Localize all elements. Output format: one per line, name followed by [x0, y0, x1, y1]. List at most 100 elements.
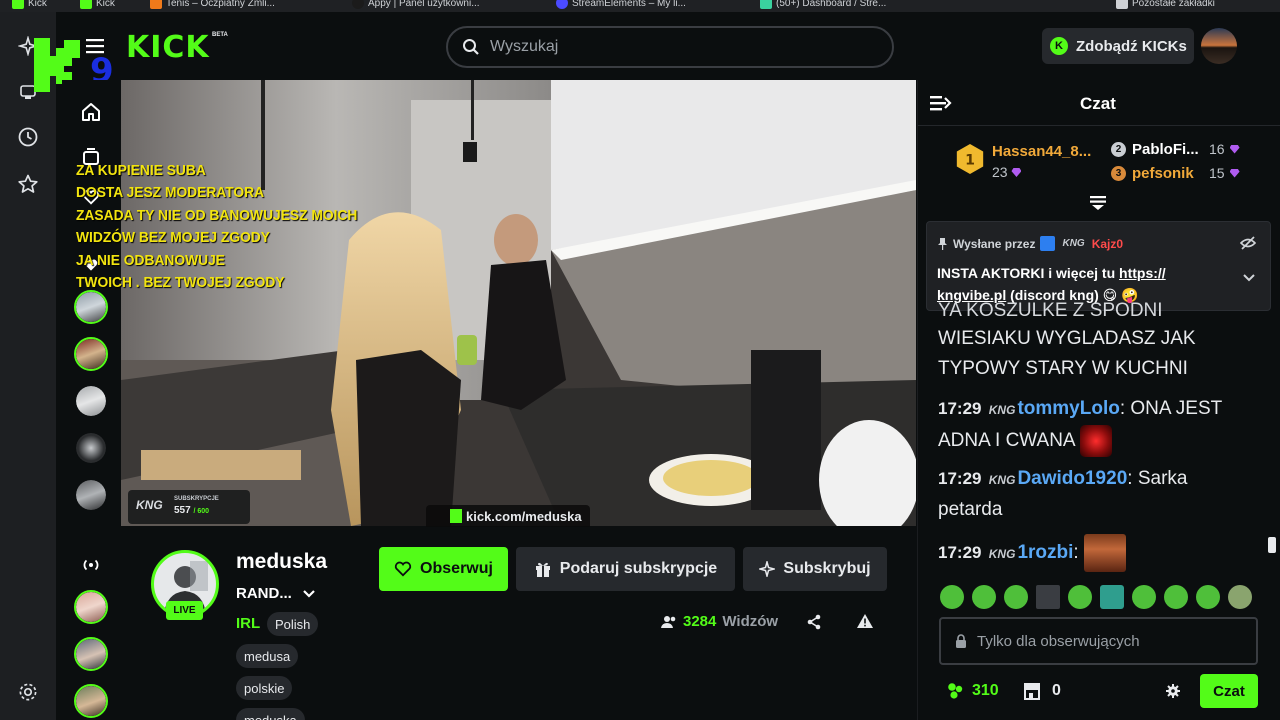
- tag-medusa[interactable]: medusa: [236, 644, 299, 668]
- send-chat-button[interactable]: Czat: [1200, 674, 1258, 708]
- emote-button[interactable]: [1132, 585, 1156, 609]
- emote-button[interactable]: [1228, 585, 1252, 609]
- bookmark-kick-2[interactable]: Kick: [80, 0, 115, 9]
- tag-polskie[interactable]: polskie: [236, 676, 293, 700]
- channel-name[interactable]: meduska: [236, 550, 327, 574]
- subscribe-button[interactable]: Subskrybuj: [743, 547, 887, 591]
- leaderboard-toggle-icon[interactable]: [1089, 195, 1107, 216]
- expand-pinned-icon[interactable]: [1242, 270, 1256, 288]
- leader-2-count: 16: [1209, 141, 1240, 157]
- leader-3-row[interactable]: 3 pefsonik: [1111, 165, 1194, 182]
- gift-gem-icon: [1229, 144, 1240, 154]
- chat-input-box[interactable]: [939, 617, 1258, 665]
- emote-button[interactable]: [972, 585, 996, 609]
- sub-goal-widget: KNG SUBSKRYPCJE 557 / 600: [128, 490, 250, 524]
- emote-button[interactable]: [940, 585, 964, 609]
- kick-logo[interactable]: KICK: [126, 30, 210, 65]
- pinned-sent-by: Wysłane przez: [953, 236, 1036, 251]
- video-player[interactable]: [121, 80, 916, 526]
- leader-3-gifts: 15: [1209, 165, 1225, 181]
- gift-subs-button[interactable]: Podaruj subskrypcje: [516, 547, 735, 591]
- kng-logo: KNG: [136, 498, 163, 512]
- tag-polish[interactable]: Polish: [267, 612, 319, 636]
- chat-settings-icon[interactable]: [1166, 684, 1180, 703]
- category-link[interactable]: IRL: [236, 615, 260, 632]
- stream-url-text: kick.com/meduska: [466, 508, 582, 524]
- emote-button[interactable]: [1068, 585, 1092, 609]
- pinned-author[interactable]: Kajz0: [1092, 237, 1123, 251]
- emote-button[interactable]: [1100, 585, 1124, 609]
- recommended-channel-avatar[interactable]: [74, 684, 108, 718]
- sub-goal-count: 557: [174, 505, 191, 516]
- chevron-down-icon[interactable]: [302, 589, 316, 599]
- message-time: 17:29: [938, 469, 982, 488]
- heart-icon: [394, 561, 412, 577]
- emote-button[interactable]: [1164, 585, 1188, 609]
- kng-badge: KNG: [1062, 238, 1085, 249]
- gift-gem-icon: [1229, 168, 1240, 178]
- star-icon[interactable]: [16, 172, 40, 196]
- sub-goal-label: SUBSKRYPCJE: [174, 496, 219, 502]
- home-icon[interactable]: [80, 101, 102, 123]
- emote-button[interactable]: [1004, 585, 1028, 609]
- rank-1-badge: 1: [956, 143, 984, 175]
- followed-channel-avatar[interactable]: [74, 478, 108, 512]
- store-count: 0: [1052, 682, 1061, 699]
- emote-button[interactable]: [1196, 585, 1220, 609]
- follow-button[interactable]: Obserwuj: [379, 547, 508, 591]
- stream-title-text: RAND...: [236, 585, 292, 602]
- beta-label: BETA: [212, 32, 228, 38]
- points-icon: [948, 683, 963, 699]
- bookmark-streamelements[interactable]: StreamElements – My li...: [556, 0, 686, 9]
- user-avatar[interactable]: [1201, 28, 1237, 64]
- chat-header: Czat: [918, 80, 1280, 126]
- leader-2-gifts: 16: [1209, 141, 1225, 157]
- report-warning-icon[interactable]: [856, 613, 874, 634]
- message-text: WIESIAKU WYGLADASZ JAK TYPOWY STARY W KU…: [938, 328, 1196, 379]
- bookmark-tenis[interactable]: Tenis – Oczpiatny Zmli...: [150, 0, 275, 9]
- bookmark-other[interactable]: Pozostałe zakładki: [1116, 0, 1215, 9]
- overlay-line: WIDZÓW BEZ MOJEJ ZGODY: [76, 229, 270, 247]
- leader-2-name: PabloFi...: [1132, 141, 1199, 158]
- leader-2-row[interactable]: 2 PabloFi...: [1111, 141, 1199, 158]
- bookmark-kick-1[interactable]: Kick: [12, 0, 47, 9]
- leader-1-name[interactable]: Hassan44_8...: [992, 143, 1091, 160]
- share-icon[interactable]: [806, 614, 822, 635]
- overlay-line: ZASADA TY NIE OD BANOWUJESZ MOICH: [76, 206, 358, 224]
- followed-channel-avatar[interactable]: [74, 337, 108, 371]
- recommended-channel-avatar[interactable]: [74, 637, 108, 671]
- followed-channel-avatar[interactable]: [74, 431, 108, 465]
- rank-3-badge: 3: [1111, 166, 1126, 181]
- channel-points[interactable]: 310: [946, 682, 999, 700]
- stream-title[interactable]: RAND...: [236, 585, 316, 602]
- history-icon[interactable]: [16, 125, 40, 149]
- sparkle-icon: [759, 561, 776, 577]
- search-bar[interactable]: [446, 26, 894, 68]
- search-input[interactable]: [490, 38, 870, 56]
- kng-badge: KNG: [988, 473, 1016, 487]
- chat-scrollbar[interactable]: [1268, 537, 1276, 553]
- bookmark-appy[interactable]: Appy | Panel użytkowni...: [352, 0, 480, 9]
- emote-image[interactable]: [1083, 534, 1126, 572]
- tag-meduska[interactable]: meduska: [236, 708, 305, 720]
- emote-image[interactable]: [1079, 425, 1112, 457]
- chat-message-input[interactable]: [977, 632, 1237, 650]
- settings-icon[interactable]: [16, 680, 40, 704]
- store-button[interactable]: 0: [1022, 682, 1061, 700]
- message-username[interactable]: 1rozbi: [1017, 542, 1073, 563]
- pinned-text-prefix: INSTA AKTORKI i więcej tu: [937, 265, 1120, 281]
- message-username[interactable]: Dawido1920: [1017, 468, 1127, 489]
- message-username[interactable]: tommyLolo: [1017, 398, 1119, 419]
- bookmark-dashboard[interactable]: (50+) Dashboard / Stre...: [760, 0, 886, 9]
- followed-channel-avatar[interactable]: [74, 384, 108, 418]
- followed-channel-avatar[interactable]: [74, 290, 108, 324]
- emote-button[interactable]: [1036, 585, 1060, 609]
- hide-pinned-icon[interactable]: [1239, 236, 1257, 255]
- subscribe-label: Subskrybuj: [783, 560, 871, 577]
- chat-panel: Czat 1 Hassan44_8... 23 2 PabloFi... 16 …: [917, 80, 1280, 720]
- pin-icon: [938, 237, 947, 250]
- collapse-chat-icon[interactable]: [930, 94, 952, 117]
- recommended-channel-avatar[interactable]: [74, 590, 108, 624]
- live-broadcast-icon[interactable]: [80, 554, 102, 576]
- get-kicks-button[interactable]: K Zdobądź KICKs: [1042, 28, 1194, 64]
